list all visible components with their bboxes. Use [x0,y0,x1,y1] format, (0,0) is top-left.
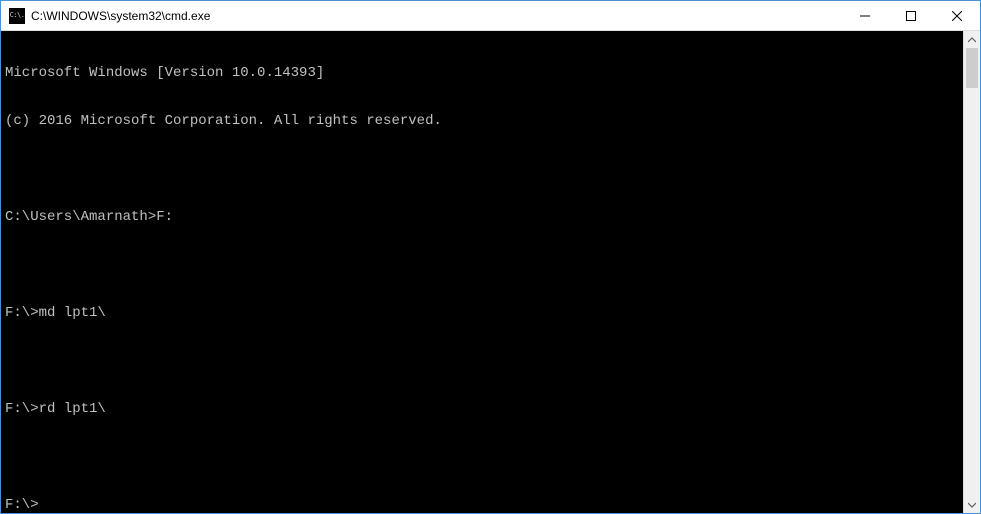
terminal-line: C:\Users\Amarnath>F: [5,209,959,225]
chevron-up-icon [968,36,976,44]
titlebar[interactable]: C:\. C:\WINDOWS\system32\cmd.exe [1,1,980,31]
terminal-line [5,449,959,465]
minimize-icon [860,11,870,21]
vertical-scrollbar[interactable] [963,31,980,513]
cmd-icon-text: C:\. [10,12,25,19]
close-icon [952,11,962,21]
scrollbar-thumb[interactable] [966,48,978,88]
scrollbar-down-button[interactable] [964,496,980,513]
terminal-line: (c) 2016 Microsoft Corporation. All righ… [5,113,959,129]
terminal-line: F:\>md lpt1\ [5,305,959,321]
cmd-icon: C:\. [9,8,25,24]
chevron-down-icon [968,501,976,509]
scrollbar-up-button[interactable] [964,31,980,48]
terminal-line: Microsoft Windows [Version 10.0.14393] [5,65,959,81]
close-button[interactable] [934,1,980,30]
terminal-line: F:\> [5,497,959,513]
client-area: Microsoft Windows [Version 10.0.14393] (… [1,31,980,513]
terminal-line [5,161,959,177]
maximize-icon [906,11,916,21]
terminal-line [5,257,959,273]
terminal-line [5,353,959,369]
maximize-button[interactable] [888,1,934,30]
scrollbar-track[interactable] [964,48,980,496]
minimize-button[interactable] [842,1,888,30]
window-title: C:\WINDOWS\system32\cmd.exe [31,9,842,23]
cmd-window: C:\. C:\WINDOWS\system32\cmd.exe Microso… [0,0,981,514]
terminal-output[interactable]: Microsoft Windows [Version 10.0.14393] (… [1,31,963,513]
window-controls [842,1,980,30]
terminal-line: F:\>rd lpt1\ [5,401,959,417]
